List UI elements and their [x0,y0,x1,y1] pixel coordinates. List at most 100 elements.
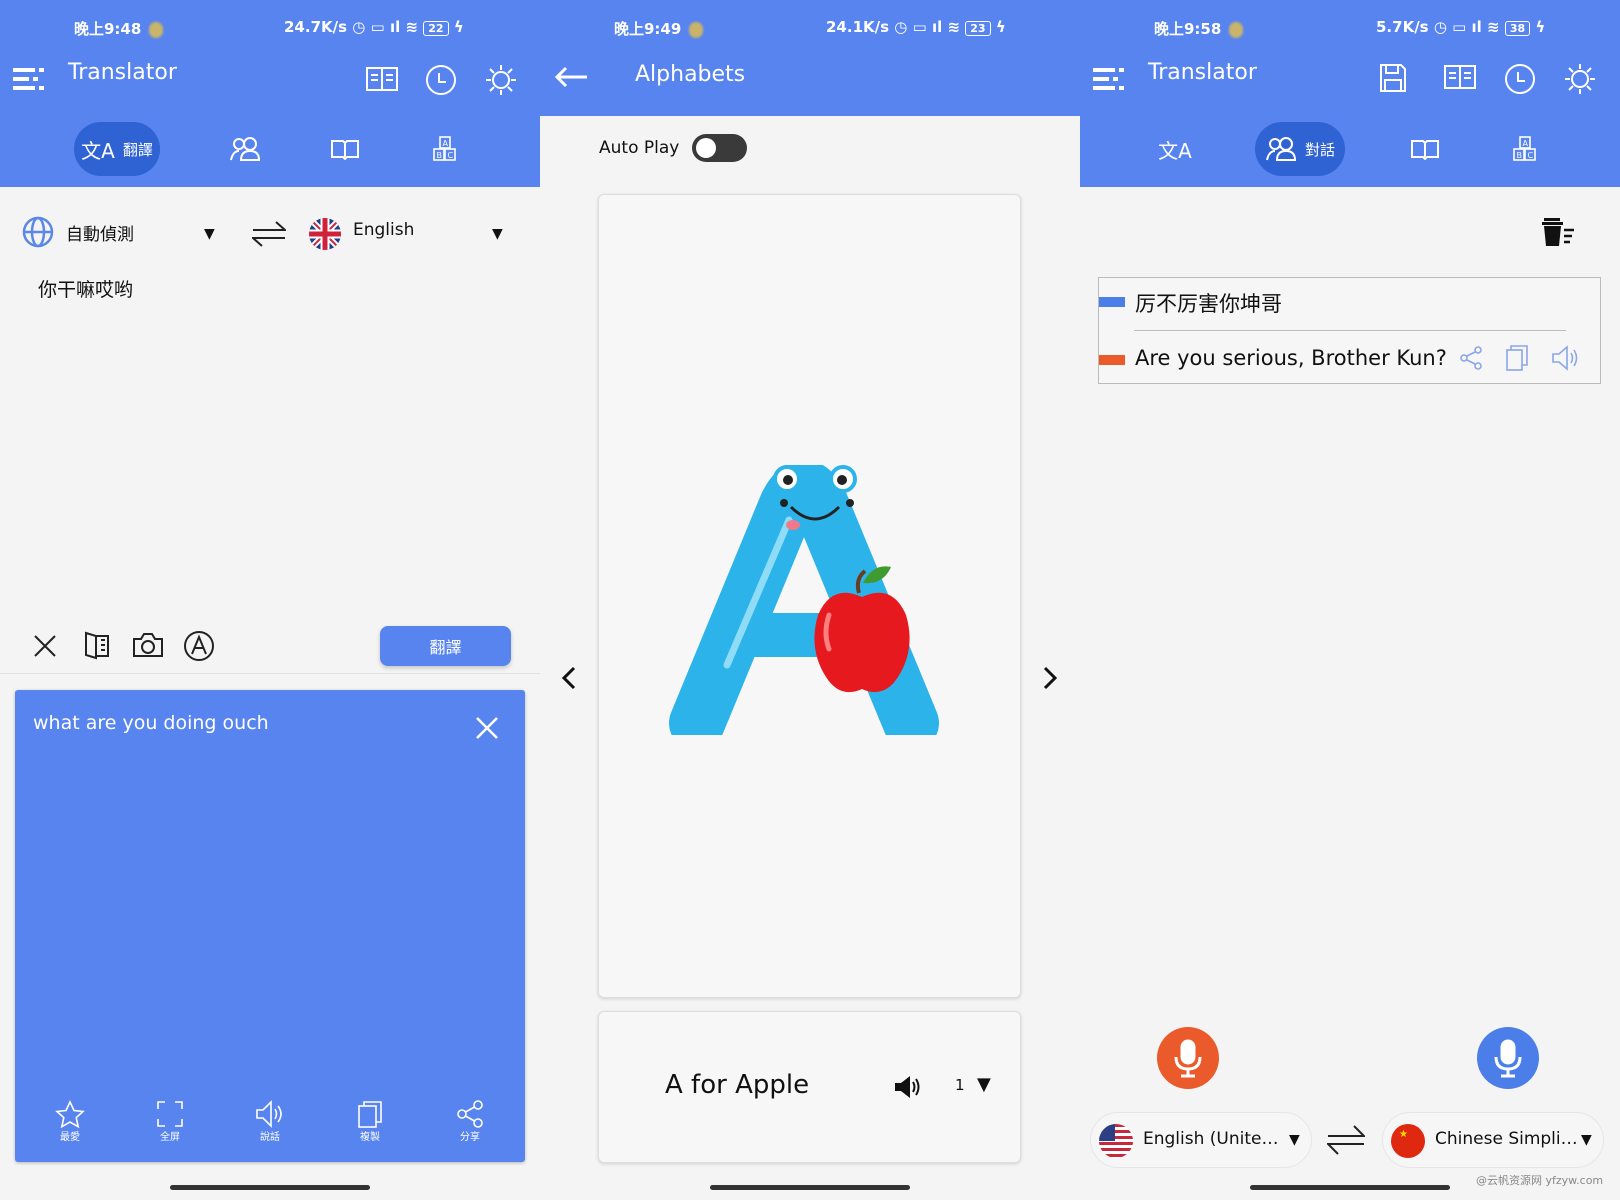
tab-phrasebook[interactable] [1400,122,1450,176]
translation-result-text: what are you doing ouch [33,712,269,734]
caption-card: A for Apple 1 ▼ [598,1011,1021,1163]
next-letter-icon[interactable] [1042,666,1058,690]
copy-button[interactable]: 複製 [350,1100,390,1143]
tab-alphabets[interactable]: ABC [420,122,470,176]
language-b-label: Chinese Simpli… [1435,1129,1578,1149]
auto-play-toggle[interactable] [692,134,747,162]
translate-screen: 晚上9:48 24.7K/s ◷ ▭ ıl ≋ 22 ϟ Translator … [0,0,540,1200]
share-button[interactable]: 分享 [450,1100,490,1143]
svg-text:C: C [1528,151,1534,160]
status-icons: 24.7K/s ◷ ▭ ıl ≋ 22 ϟ [284,18,464,36]
fullscreen-button[interactable]: 全屏 [150,1100,190,1143]
menu-icon[interactable] [12,64,46,94]
speed-value[interactable]: 1 [955,1076,965,1094]
clear-conversation-trash-icon[interactable] [1540,216,1576,248]
svg-text:A: A [1523,139,1529,148]
share-message-icon[interactable] [1459,346,1483,370]
svg-text:C: C [448,151,454,160]
status-icons: 5.7K/s ◷ ▭ ıl ≋ 38 ϟ [1376,18,1546,36]
tab-alphabets[interactable]: ABC [1500,122,1550,176]
handwriting-icon[interactable] [183,630,215,662]
back-arrow-icon[interactable] [554,66,588,88]
speaker-b-marker [1099,355,1125,365]
language-b-selector[interactable]: ★ Chinese Simpli… ▼ [1382,1112,1604,1168]
dictionary-icon[interactable] [1444,65,1476,89]
history-icon[interactable] [424,63,458,97]
auto-play-label: Auto Play [599,138,680,158]
home-indicator[interactable] [710,1185,910,1190]
camera-icon[interactable] [132,632,164,658]
divider [1134,330,1566,331]
translate-icon: 文A [81,138,115,163]
fullscreen-icon [157,1101,183,1127]
translate-button[interactable]: 翻譯 [380,626,511,666]
favorite-button[interactable]: 最愛 [50,1100,90,1143]
app-title: Translator [68,60,177,85]
alphabets-header: 晚上9:49 24.1K/s ◷ ▭ ıl ≋ 23 ϟ Alphabets [540,0,1080,116]
star-icon [55,1100,85,1128]
status-time: 晚上9:58 [1154,18,1244,39]
book-icon [1410,138,1440,160]
save-icon[interactable] [1380,64,1406,92]
svg-text:A: A [443,139,449,148]
tab-translate[interactable]: 文A 翻譯 [74,122,160,176]
theme-sun-icon[interactable] [484,63,518,97]
conversation-screen: 晚上9:58 5.7K/s ◷ ▭ ıl ≋ 38 ϟ Translator 文… [1080,0,1620,1200]
close-result-icon[interactable] [475,716,499,740]
tab-phrasebook[interactable] [320,122,370,176]
tab-translate[interactable]: 文A [1150,122,1200,176]
tab-conversation[interactable] [220,122,270,176]
source-language-dropdown-icon[interactable]: ▼ [204,226,215,242]
app-title: Translator [1148,60,1257,85]
conversation-message: 厉不厉害你坤哥 [1135,292,1282,316]
microphone-icon [1174,1039,1202,1078]
status-time: 晚上9:49 [614,18,704,39]
copy-message-icon[interactable] [1505,344,1529,372]
china-flag-icon: ★ [1391,1124,1425,1158]
swap-languages-icon[interactable] [1327,1124,1365,1156]
speaker-a-marker [1099,297,1125,307]
menu-icon[interactable] [1092,64,1126,94]
letter-card: A [598,194,1021,998]
share-icon [457,1100,483,1128]
swap-languages-icon[interactable] [252,220,286,248]
app-header: 晚上9:48 24.7K/s ◷ ▭ ıl ≋ 22 ϟ Translator … [0,0,540,187]
speak-message-icon[interactable] [1551,345,1581,371]
target-language-dropdown-icon[interactable]: ▼ [492,226,503,242]
speed-dropdown-icon[interactable]: ▼ [977,1074,991,1095]
previous-letter-icon[interactable] [561,666,577,690]
translation-result-card: what are you doing ouch 最愛 全屏 說話 複製 分享 [15,690,525,1162]
watermark: @云帆资源网 yfzyw.com [1476,1174,1604,1187]
dropdown-icon: ▼ [1289,1132,1300,1148]
theme-sun-icon[interactable] [1564,63,1596,95]
dropdown-icon: ▼ [1581,1132,1592,1148]
conversation-icon [1265,136,1297,162]
app-header: 晚上9:58 5.7K/s ◷ ▭ ıl ≋ 38 ϟ Translator 文… [1080,0,1620,187]
paste-icon[interactable] [84,630,110,660]
status-icons: 24.1K/s ◷ ▭ ıl ≋ 23 ϟ [826,18,1006,36]
target-language[interactable]: English [353,220,414,240]
alphabet-blocks-icon: ABC [432,136,458,162]
book-icon [330,138,360,160]
dictionary-icon[interactable] [364,64,400,94]
language-a-label: English (Unite… [1143,1129,1279,1149]
history-icon[interactable] [1504,63,1536,95]
translate-icon: 文A [1158,138,1192,163]
speak-button[interactable]: 說話 [250,1100,290,1143]
uk-flag-icon [309,218,341,250]
letter-caption: A for Apple [665,1070,810,1100]
conversation-list: 厉不厉害你坤哥 Are you serious, Brother Kun? [1098,277,1601,384]
speaker-a-mic-button[interactable] [1157,1027,1219,1089]
source-language[interactable]: 自動偵測 [66,220,134,245]
svg-text:B: B [437,151,443,160]
conversation-icon [229,136,261,162]
alphabet-blocks-icon: ABC [1512,136,1538,162]
play-sound-icon[interactable] [893,1074,921,1100]
source-text-input[interactable]: 你干嘛哎哟 [38,275,133,302]
clear-icon[interactable] [33,634,57,658]
tab-conversation[interactable]: 對話 [1255,122,1345,176]
language-a-selector[interactable]: English (Unite… ▼ [1090,1112,1312,1168]
home-indicator[interactable] [170,1185,370,1190]
speaker-b-mic-button[interactable] [1477,1027,1539,1089]
home-indicator[interactable] [1250,1185,1450,1190]
